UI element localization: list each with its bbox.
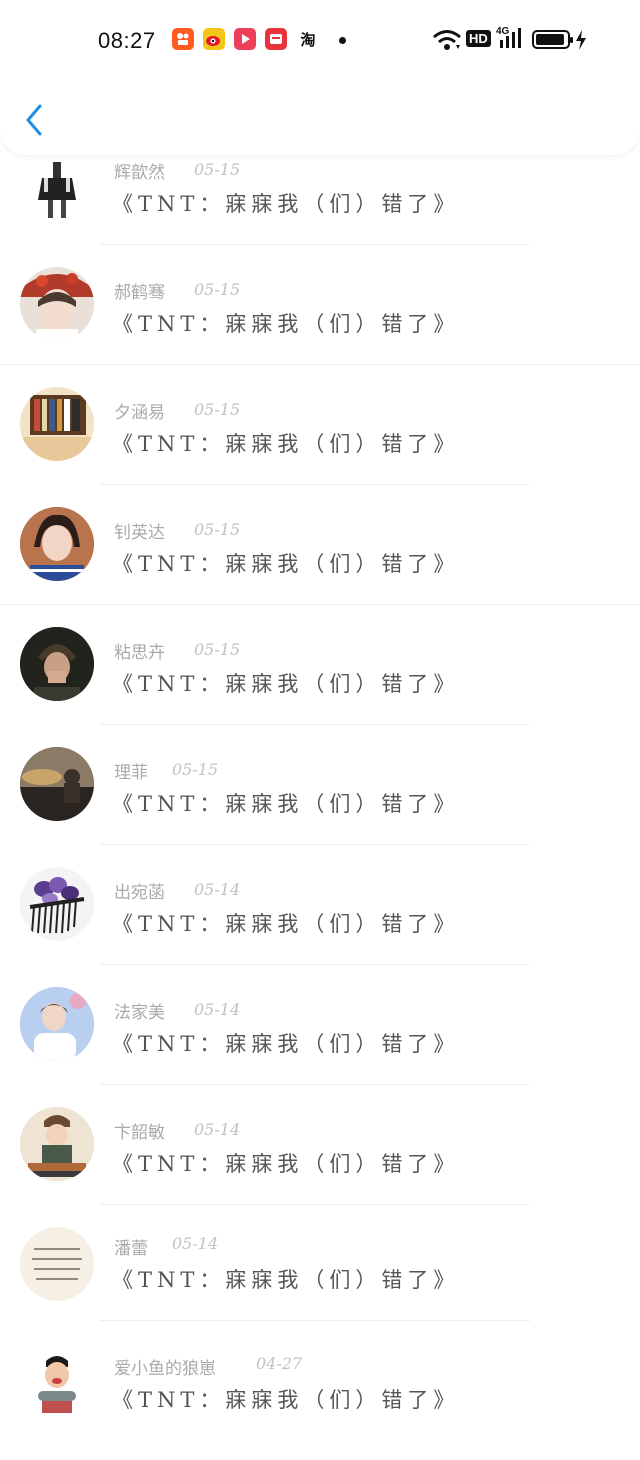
top-header: 08:27 淘 HD 4G bbox=[0, 0, 640, 155]
divider bbox=[100, 1084, 530, 1085]
taobao-icon: 淘 bbox=[300, 30, 316, 49]
list-item[interactable]: 夕涵易 05-15 《TNT：寐寐我（们）错了》 bbox=[0, 380, 640, 500]
post-date: 05-15 bbox=[194, 520, 241, 539]
list-item[interactable]: 出宛菡 05-14 《TNT：寐寐我（们）错了》 bbox=[0, 860, 640, 980]
post-title[interactable]: 《TNT：寐寐我（们）错了》 bbox=[112, 908, 459, 938]
post-title[interactable]: 《TNT：寐寐我（们）错了》 bbox=[112, 308, 459, 338]
post-title[interactable]: 《TNT：寐寐我（们）错了》 bbox=[112, 1148, 459, 1178]
divider bbox=[0, 604, 640, 605]
list-item[interactable]: 爱小鱼的狼崽 04-27 《TNT：寐寐我（们）错了》 bbox=[0, 1340, 640, 1460]
divider bbox=[100, 484, 530, 485]
post-date: 05-14 bbox=[194, 1120, 241, 1139]
divider bbox=[100, 1320, 530, 1321]
avatar[interactable] bbox=[20, 267, 94, 341]
post-title[interactable]: 《TNT：寐寐我（们）错了》 bbox=[112, 548, 459, 578]
author-name: 粘思卉 bbox=[114, 643, 165, 663]
author-name: 卞韶敏 bbox=[114, 1123, 165, 1143]
author-name: 钊英达 bbox=[114, 523, 165, 543]
list-item[interactable]: 粘思卉 05-15 《TNT：寐寐我（们）错了》 bbox=[0, 620, 640, 740]
weibo-icon bbox=[203, 28, 225, 50]
list-item[interactable]: 卞韶敏 05-14 《TNT：寐寐我（们）错了》 bbox=[0, 1100, 640, 1220]
status-bar: 08:27 淘 HD 4G bbox=[0, 22, 640, 60]
post-title[interactable]: 《TNT：寐寐我（们）错了》 bbox=[112, 1028, 459, 1058]
divider bbox=[100, 244, 530, 245]
divider bbox=[100, 964, 530, 965]
post-date: 05-15 bbox=[172, 760, 219, 779]
list-item[interactable]: 法家美 05-14 《TNT：寐寐我（们）错了》 bbox=[0, 980, 640, 1100]
post-date: 05-15 bbox=[194, 160, 241, 179]
author-name: 辉歆然 bbox=[114, 163, 165, 183]
post-title[interactable]: 《TNT：寐寐我（们）错了》 bbox=[112, 428, 459, 458]
avatar[interactable] bbox=[20, 507, 94, 581]
status-time: 08:27 bbox=[98, 28, 156, 53]
post-date: 05-15 bbox=[194, 280, 241, 299]
battery-icon bbox=[532, 28, 590, 56]
avatar[interactable] bbox=[20, 747, 94, 821]
avatar[interactable] bbox=[20, 1347, 94, 1421]
post-date: 04-27 bbox=[256, 1354, 303, 1373]
back-button[interactable] bbox=[22, 100, 48, 140]
post-date: 05-15 bbox=[194, 640, 241, 659]
hd-icon: HD bbox=[466, 30, 491, 47]
video-icon bbox=[234, 28, 256, 50]
kuaishou-icon bbox=[172, 28, 194, 50]
avatar[interactable] bbox=[20, 148, 94, 222]
post-date: 05-15 bbox=[194, 400, 241, 419]
divider bbox=[0, 364, 640, 365]
post-title[interactable]: 《TNT：寐寐我（们）错了》 bbox=[112, 668, 459, 698]
post-date: 05-14 bbox=[194, 1000, 241, 1019]
wifi-icon bbox=[432, 28, 462, 56]
list-item[interactable]: 辉歆然 05-15 《TNT：寐寐我（们）错了》 bbox=[0, 140, 640, 260]
author-name: 爱小鱼的狼崽 bbox=[114, 1359, 216, 1379]
news-icon bbox=[265, 28, 287, 50]
divider bbox=[100, 844, 530, 845]
avatar[interactable] bbox=[20, 1107, 94, 1181]
post-title[interactable]: 《TNT：寐寐我（们）错了》 bbox=[112, 1384, 459, 1414]
avatar[interactable] bbox=[20, 627, 94, 701]
avatar[interactable] bbox=[20, 867, 94, 941]
more-notifications-dot bbox=[339, 37, 346, 44]
avatar[interactable] bbox=[20, 387, 94, 461]
cellular-signal-icon: 4G bbox=[496, 26, 526, 50]
list-item[interactable]: 郝鹤骞 05-15 《TNT：寐寐我（们）错了》 bbox=[0, 260, 640, 380]
avatar[interactable] bbox=[20, 1227, 94, 1301]
post-title[interactable]: 《TNT：寐寐我（们）错了》 bbox=[112, 1264, 459, 1294]
post-title[interactable]: 《TNT：寐寐我（们）错了》 bbox=[112, 188, 459, 218]
post-title[interactable]: 《TNT：寐寐我（们）错了》 bbox=[112, 788, 459, 818]
list-item[interactable]: 理菲 05-15 《TNT：寐寐我（们）错了》 bbox=[0, 740, 640, 860]
author-name: 法家美 bbox=[114, 1003, 165, 1023]
divider bbox=[100, 1204, 530, 1205]
list-item[interactable]: 钊英达 05-15 《TNT：寐寐我（们）错了》 bbox=[0, 500, 640, 620]
post-date: 05-14 bbox=[172, 1234, 219, 1253]
list-item[interactable]: 潘蕾 05-14 《TNT：寐寐我（们）错了》 bbox=[0, 1220, 640, 1340]
divider bbox=[100, 724, 530, 725]
author-name: 理菲 bbox=[114, 763, 148, 783]
post-date: 05-14 bbox=[194, 880, 241, 899]
author-name: 郝鹤骞 bbox=[114, 283, 165, 303]
author-name: 夕涵易 bbox=[114, 403, 165, 423]
author-name: 潘蕾 bbox=[114, 1239, 148, 1259]
chevron-left-icon bbox=[26, 104, 42, 136]
avatar[interactable] bbox=[20, 987, 94, 1061]
author-name: 出宛菡 bbox=[114, 883, 165, 903]
